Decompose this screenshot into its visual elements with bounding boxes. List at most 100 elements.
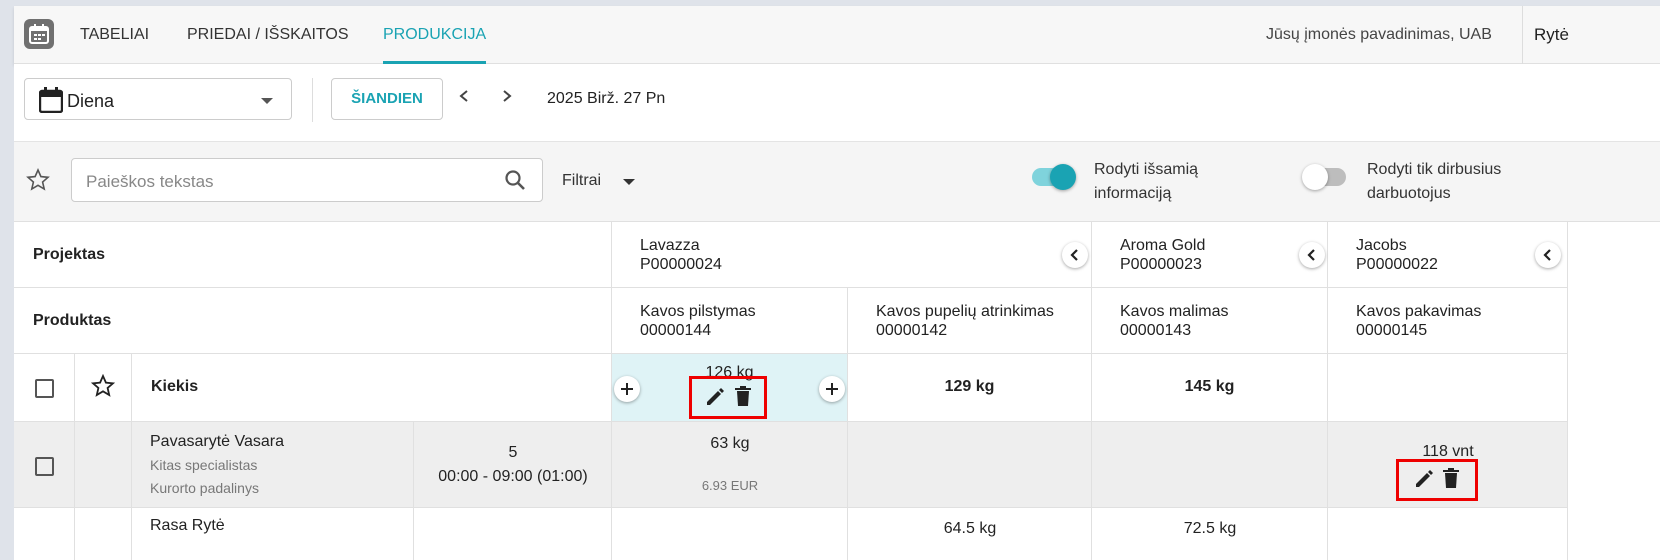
detail-toggle[interactable] (1032, 164, 1076, 190)
detail-toggle-label-2: informaciją (1094, 185, 1172, 202)
quantity-total: 145 kg (1184, 378, 1235, 395)
project-name: Lavazza (640, 237, 700, 254)
employee-cell[interactable]: Rasa Rytė (132, 508, 414, 560)
row-checkbox[interactable] (35, 457, 54, 476)
chevron-down-icon[interactable] (623, 179, 635, 185)
project-code: P00000023 (1120, 256, 1202, 273)
user-menu[interactable]: Rytė (1534, 6, 1569, 64)
toggle-knob (1302, 164, 1328, 190)
project-cell: Aroma Gold P00000023 (1092, 222, 1328, 288)
star-icon[interactable] (91, 374, 115, 398)
date-toolbar: Diena ŠIANDIEN 2025 Birž. 27 Pn (14, 64, 1660, 142)
delete-icon[interactable] (734, 385, 752, 407)
filter-bar: Paieškos tekstas Filtrai Rodyti išsamią … (14, 142, 1660, 222)
production-cell[interactable] (612, 508, 848, 560)
row-favorite-cell (75, 508, 132, 560)
production-cell[interactable]: 63 kg 6.93 EUR (612, 422, 848, 508)
search-icon[interactable] (504, 169, 526, 191)
production-cell[interactable]: 118 vnt (1328, 422, 1568, 508)
row-select-cell (14, 508, 75, 560)
production-value: 72.5 kg (1183, 520, 1237, 537)
collapse-project-button[interactable] (1535, 242, 1561, 268)
employee-time: 00:00 - 09:00 (01:00) (438, 468, 588, 485)
product-name: Kavos pakavimas (1356, 303, 1482, 320)
quantity-total-cell[interactable]: 129 kg (848, 354, 1092, 422)
chevron-down-icon (261, 98, 273, 104)
highlight-box (689, 376, 767, 419)
top-nav: TABELIAI PRIEDAI / IŠSKAITOS PRODUKCIJA … (14, 6, 1660, 64)
project-header: Projektas (33, 246, 106, 263)
edit-icon[interactable] (704, 386, 726, 408)
product-cell: Kavos pilstymas 00000144 (612, 288, 848, 354)
product-code: 00000144 (640, 322, 712, 339)
chevron-right-icon[interactable] (501, 90, 513, 102)
tab-tabeliai[interactable]: TABELIAI (80, 6, 149, 64)
search-input[interactable]: Paieškos tekstas (71, 158, 543, 202)
product-cell: Kavos pakavimas 00000145 (1328, 288, 1568, 354)
project-cell: Jacobs P00000022 (1328, 222, 1568, 288)
tab-priedai-isskaitos[interactable]: PRIEDAI / IŠSKAITOS (187, 6, 349, 64)
add-right-button[interactable] (819, 376, 845, 402)
collapse-project-button[interactable] (1062, 242, 1088, 268)
employee-hours-cell (414, 508, 612, 560)
row-favorite-cell (75, 422, 132, 508)
project-code: P00000022 (1356, 256, 1438, 273)
employee-count: 5 (508, 444, 518, 461)
quantity-total-cell[interactable] (1328, 354, 1568, 422)
quantity-total: 129 kg (944, 378, 995, 395)
quantity-total-cell[interactable]: 145 kg (1092, 354, 1328, 422)
delete-icon[interactable] (1442, 467, 1460, 489)
project-cell: Lavazza P00000024 (612, 222, 1092, 288)
quantity-label-cell: Kiekis (132, 354, 612, 422)
employee-name: Rasa Rytė (150, 517, 225, 534)
search-placeholder: Paieškos tekstas (86, 172, 214, 191)
toolbar-divider (312, 78, 313, 122)
calendar-icon (39, 87, 63, 113)
filters-dropdown[interactable]: Filtrai (562, 172, 601, 190)
app-frame: TABELIAI PRIEDAI / IŠSKAITOS PRODUKCIJA … (14, 6, 1660, 560)
project-name: Jacobs (1356, 237, 1407, 254)
working-only-toggle[interactable] (1302, 164, 1346, 190)
production-cell[interactable]: 64.5 kg (848, 508, 1092, 560)
period-select[interactable]: Diena (24, 78, 292, 120)
production-cell[interactable]: 72.5 kg (1092, 508, 1328, 560)
today-button[interactable]: ŠIANDIEN (331, 78, 443, 120)
production-cell[interactable] (848, 422, 1092, 508)
employee-role: Kitas specialistas (150, 457, 258, 473)
calendar-app-icon[interactable] (24, 19, 54, 49)
product-cell: Kavos malimas 00000143 (1092, 288, 1328, 354)
current-date: 2025 Birž. 27 Pn (547, 90, 666, 107)
product-name: Kavos malimas (1120, 303, 1229, 320)
production-cell[interactable] (1328, 508, 1568, 560)
working-toggle-label-1: Rodyti tik dirbusius (1367, 161, 1502, 178)
working-toggle-label-2: darbuotojus (1367, 185, 1451, 202)
select-all-checkbox[interactable] (35, 379, 54, 398)
employee-unit: Kurorto padalinys (150, 480, 259, 496)
project-code: P00000024 (640, 256, 722, 273)
period-select-value: Diena (67, 91, 115, 111)
production-price: 6.93 EUR (701, 478, 759, 493)
favorite-cell (75, 354, 132, 422)
production-value: 64.5 kg (943, 520, 997, 537)
product-cell: Kavos pupelių atrinkimas 00000142 (848, 288, 1092, 354)
tab-produkcija[interactable]: PRODUKCIJA (383, 6, 487, 64)
company-name: Jūsų įmonės pavadinimas, UAB (1266, 26, 1492, 43)
employee-cell[interactable]: Pavasarytė Vasara Kitas specialistas Kur… (132, 422, 414, 508)
production-cell[interactable] (1092, 422, 1328, 508)
collapse-project-button[interactable] (1299, 242, 1325, 268)
employee-name: Pavasarytė Vasara (150, 433, 284, 450)
product-name: Kavos pupelių atrinkimas (876, 303, 1054, 320)
product-name: Kavos pilstymas (640, 303, 756, 320)
add-left-button[interactable] (614, 376, 640, 402)
star-icon[interactable] (26, 168, 50, 192)
product-header: Produktas (33, 312, 112, 329)
edit-icon[interactable] (1413, 468, 1435, 490)
toggle-knob (1050, 164, 1076, 190)
chevron-left-icon[interactable] (458, 90, 470, 102)
highlight-box (1396, 459, 1478, 501)
row-select-cell (14, 422, 75, 508)
quantity-label: Kiekis (151, 378, 199, 395)
quantity-total-cell[interactable]: 126 kg (612, 354, 848, 422)
product-header-cell: Produktas (14, 288, 612, 354)
employee-hours-cell: 5 00:00 - 09:00 (01:00) (414, 422, 612, 508)
